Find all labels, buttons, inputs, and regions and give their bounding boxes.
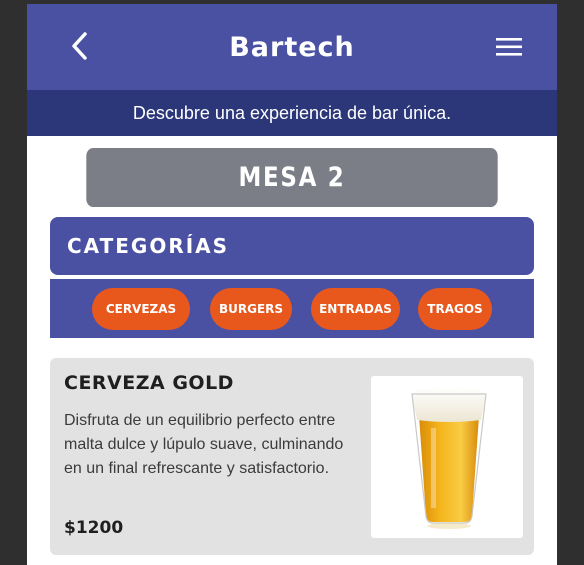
category-button-entradas[interactable]: ENTRADAS (311, 288, 400, 330)
chevron-left-icon[interactable] (67, 30, 93, 62)
hamburger-menu-icon[interactable] (495, 36, 523, 58)
table-label: MESA 2 (86, 148, 498, 207)
product-image (371, 376, 523, 538)
category-button-burgers[interactable]: BURGERS (210, 288, 292, 330)
category-button-cervezas[interactable]: CERVEZAS (92, 288, 190, 330)
categories-heading: CATEGORÍAS (50, 217, 534, 275)
category-bar: CERVEZAS BURGERS ENTRADAS TRAGOS (50, 279, 534, 338)
product-description: Disfruta de un equilibrio perfecto entre… (64, 412, 344, 477)
top-bar: Bartech (27, 4, 557, 90)
app-screen: Bartech Descubre una experiencia de bar … (27, 4, 557, 565)
brand-logo[interactable]: Bartech (229, 32, 355, 63)
category-button-tragos[interactable]: TRAGOS (418, 288, 492, 330)
tagline-banner: Descubre una experiencia de bar única. (27, 90, 557, 136)
product-name: CERVEZA GOLD (64, 372, 234, 394)
product-price: $1200 (64, 518, 124, 538)
product-card[interactable]: CERVEZA GOLD Disfruta de un equilibrio p… (50, 358, 534, 555)
beer-glass-icon (411, 386, 487, 529)
